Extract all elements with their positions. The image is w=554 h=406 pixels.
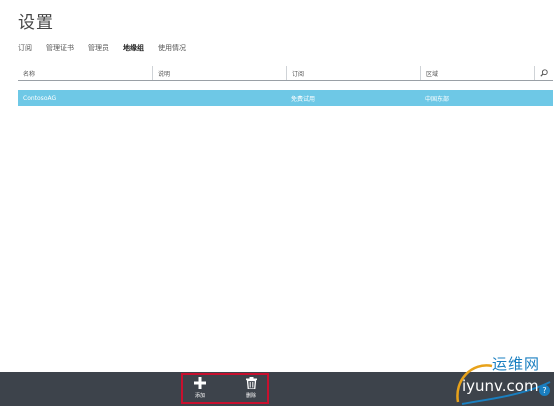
watermark: 运维网 iyunv.com xyxy=(452,350,554,406)
cell-region: 中国东部 xyxy=(425,95,450,103)
add-button[interactable]: 添加 xyxy=(185,377,215,403)
watermark-text-url: iyunv.com xyxy=(462,377,539,395)
tab-management-certificates[interactable]: 管理证书 xyxy=(46,43,74,53)
tab-usage[interactable]: 使用情况 xyxy=(158,43,186,53)
affinity-groups-table: 名称 说明 订阅 区域 ContosoAG 免费试用 中国东部 xyxy=(18,66,553,106)
tab-affinity-groups[interactable]: 地缘组 xyxy=(123,43,144,53)
cell-subscription: 免费试用 xyxy=(291,95,316,103)
trash-icon xyxy=(245,377,257,389)
tab-bar: 订阅 管理证书 管理员 地缘组 使用情况 xyxy=(18,43,186,53)
watermark-text-cn: 运维网 xyxy=(492,355,541,373)
tab-subscriptions[interactable]: 订阅 xyxy=(18,43,32,53)
column-header-description[interactable]: 说明 xyxy=(152,66,286,80)
column-header-subscription[interactable]: 订阅 xyxy=(286,66,420,80)
search-icon xyxy=(540,69,548,77)
plus-icon xyxy=(194,377,206,389)
delete-label: 删除 xyxy=(245,393,256,399)
table-row[interactable]: ContosoAG 免费试用 中国东部 xyxy=(18,90,553,106)
help-icon[interactable]: ? xyxy=(539,385,550,396)
cell-spacer xyxy=(534,90,553,106)
search-button[interactable] xyxy=(534,66,553,80)
delete-button[interactable]: 删除 xyxy=(236,377,266,403)
cell-description xyxy=(152,90,286,106)
add-label: 添加 xyxy=(194,393,205,399)
page-title: 设置 xyxy=(18,13,54,33)
tab-administrators[interactable]: 管理员 xyxy=(88,43,109,53)
column-header-name[interactable]: 名称 xyxy=(18,66,152,80)
column-header-region[interactable]: 区域 xyxy=(420,66,534,80)
table-header: 名称 说明 订阅 区域 xyxy=(18,66,553,81)
cell-name: ContosoAG xyxy=(23,94,57,102)
